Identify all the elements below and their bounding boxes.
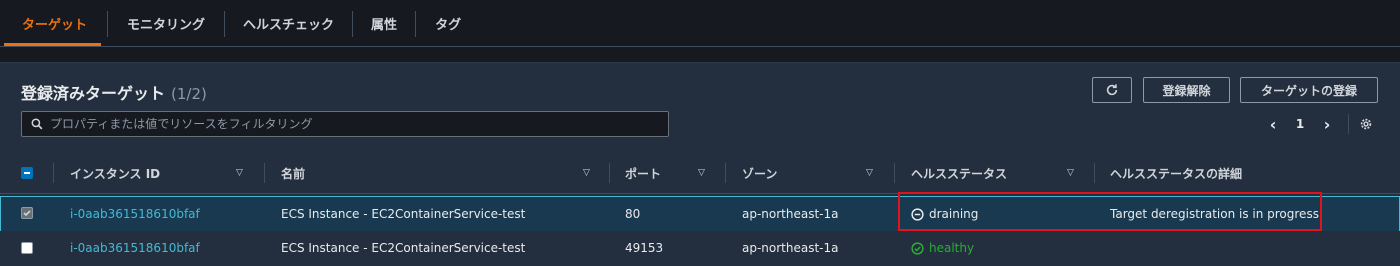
tab-bar: ターゲット モニタリング ヘルスチェック 属性 タグ (0, 0, 1400, 47)
search-icon (31, 118, 43, 130)
pagination: ‹ 1 › (1262, 111, 1382, 137)
search-input[interactable] (50, 117, 668, 131)
tab-health-checks[interactable]: ヘルスチェック (225, 0, 352, 47)
deregister-button[interactable]: 登録解除 (1143, 77, 1230, 103)
table-row[interactable]: i-0aab361518610bfaf ECS Instance - EC2Co… (0, 231, 1400, 266)
instance-id-link[interactable]: i-0aab361518610bfaf (70, 231, 200, 265)
tab-label: タグ (435, 18, 462, 33)
register-targets-button[interactable]: ターゲットの登録 (1240, 77, 1378, 103)
prev-page-icon[interactable]: ‹ (1262, 115, 1284, 134)
page-number[interactable]: 1 (1284, 117, 1316, 131)
sort-icon[interactable]: ▽ (236, 168, 243, 178)
column-header-name[interactable]: 名前 (281, 152, 305, 194)
column-header-port[interactable]: ポート (625, 152, 661, 194)
column-divider (609, 163, 610, 183)
filter-search (21, 111, 669, 137)
health-status-detail: Target deregistration is in progress (1110, 207, 1319, 221)
header-bottom-line (0, 193, 1400, 194)
table-row[interactable]: i-0aab361518610bfaf ECS Instance - EC2Co… (0, 196, 1400, 232)
sort-icon[interactable]: ▽ (1067, 168, 1074, 178)
tab-label: 属性 (371, 18, 398, 33)
column-header-instance-id[interactable]: インスタンス ID (70, 152, 160, 194)
settings-icon[interactable] (1359, 117, 1373, 131)
minus-circle-icon (911, 207, 924, 221)
tab-label: モニタリング (127, 18, 206, 33)
selection-count: (1/2) (171, 85, 207, 103)
check-circle-icon (911, 241, 924, 255)
target-zone: ap-northeast-1a (742, 207, 839, 221)
sort-icon[interactable]: ▽ (698, 168, 705, 178)
target-port: 49153 (625, 241, 664, 255)
health-status: draining (911, 197, 978, 231)
instance-id-link[interactable]: i-0aab361518610bfaf (70, 197, 200, 231)
column-divider (53, 163, 54, 183)
tab-targets[interactable]: ターゲット (0, 0, 107, 47)
column-header-health-detail[interactable]: ヘルスステータスの詳細 (1110, 152, 1242, 194)
row-checkbox[interactable] (21, 207, 33, 219)
tab-monitoring[interactable]: モニタリング (108, 0, 224, 47)
sort-icon[interactable]: ▽ (583, 168, 590, 178)
tab-label: ヘルスチェック (243, 18, 335, 33)
next-page-icon[interactable]: › (1316, 115, 1338, 134)
select-all-checkbox[interactable] (21, 167, 33, 179)
target-port: 80 (625, 207, 641, 221)
health-status: healthy (911, 231, 974, 265)
panel-title: 登録済みターゲット (1/2) (21, 80, 207, 104)
table-header: インスタンス ID ▽ 名前 ▽ ポート ▽ ゾーン ▽ ヘルスステータス ▽ … (0, 152, 1400, 194)
target-name: ECS Instance - EC2ContainerService-test (281, 207, 526, 221)
sort-icon[interactable]: ▽ (866, 168, 873, 178)
row-checkbox[interactable] (21, 242, 33, 254)
tab-label: ターゲット (22, 18, 88, 33)
refresh-icon (1106, 84, 1118, 96)
target-zone: ap-northeast-1a (742, 241, 839, 255)
refresh-button[interactable] (1092, 77, 1132, 103)
column-divider (725, 163, 726, 183)
panel-title-text: 登録済みターゲット (21, 84, 166, 103)
pager-divider (1348, 114, 1349, 134)
column-divider (1094, 163, 1095, 183)
health-status-text: draining (929, 207, 979, 221)
tab-tags[interactable]: タグ (416, 0, 479, 47)
column-divider (894, 163, 895, 183)
tab-underline (0, 46, 1400, 47)
target-name: ECS Instance - EC2ContainerService-test (281, 241, 526, 255)
column-header-zone[interactable]: ゾーン (742, 152, 777, 194)
column-divider (264, 163, 265, 183)
tab-attributes[interactable]: 属性 (353, 0, 415, 47)
column-header-health-status[interactable]: ヘルスステータス (911, 152, 1007, 194)
health-status-text: healthy (929, 241, 975, 255)
